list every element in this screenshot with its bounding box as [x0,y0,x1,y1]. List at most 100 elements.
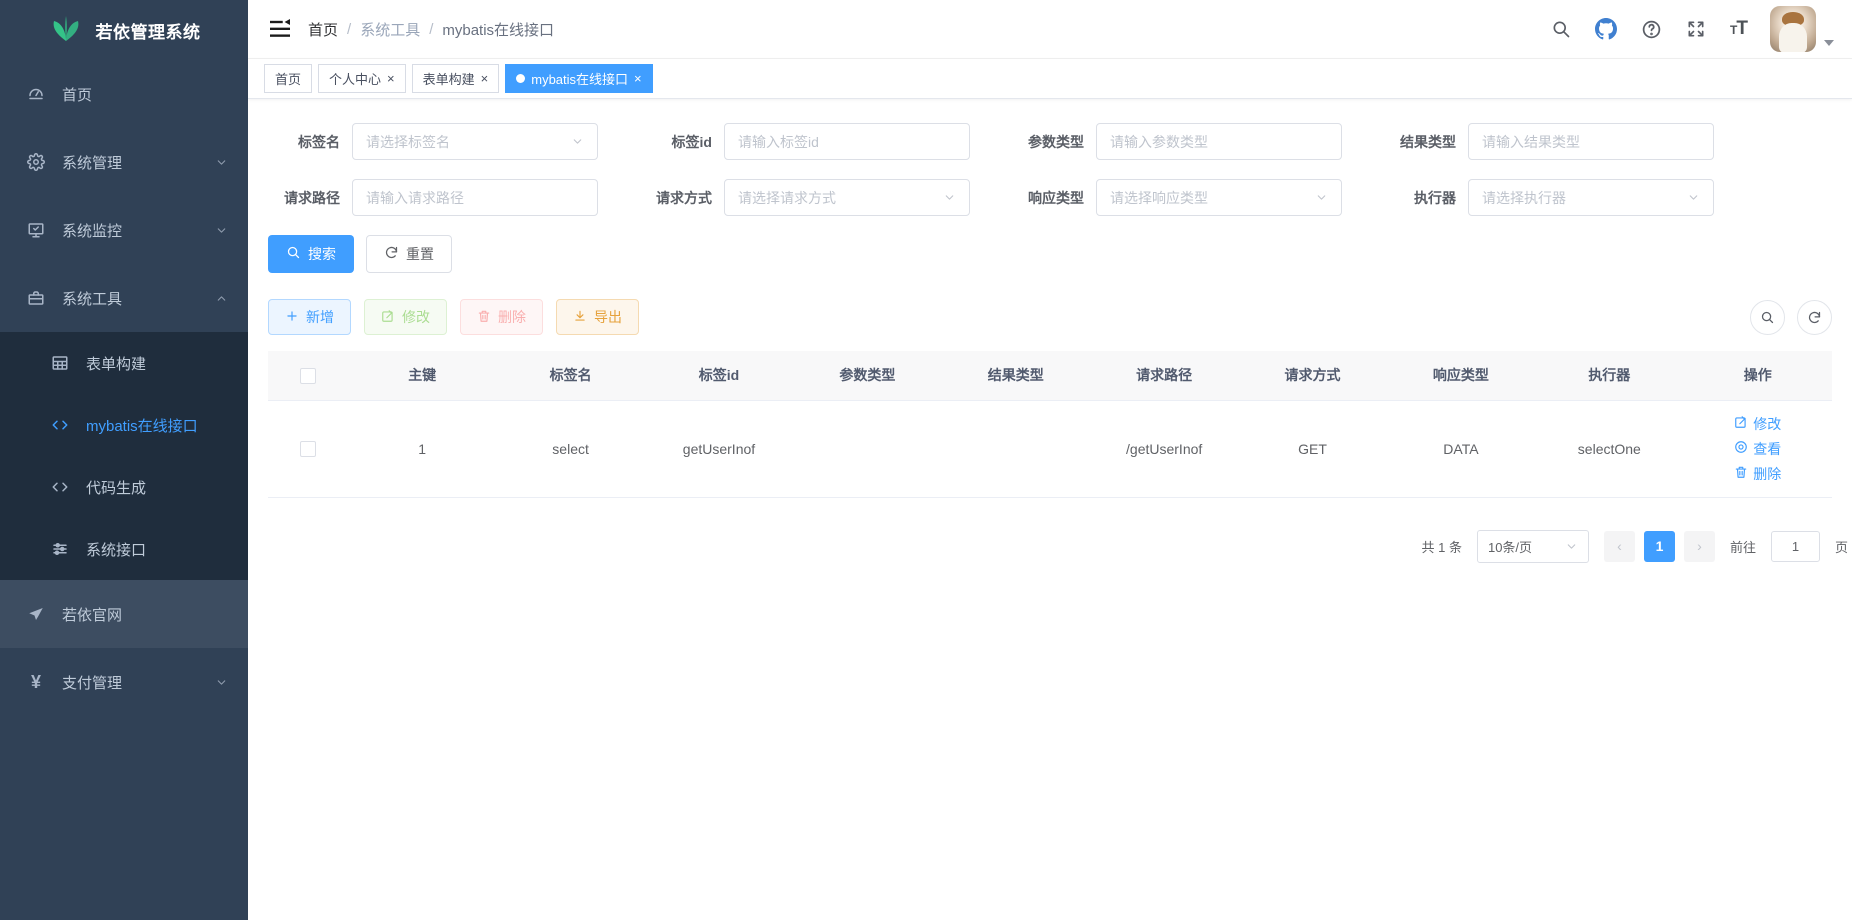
next-page-button[interactable]: › [1684,531,1715,562]
goto-page-input[interactable]: 1 [1771,531,1820,562]
result-type-input[interactable]: 请输入结果类型 [1468,123,1714,160]
cell-标签名: select [496,400,644,497]
plus-icon [285,309,299,326]
close-icon[interactable]: × [481,72,489,85]
github-icon[interactable] [1595,18,1617,40]
page-size-value: 10条/页 [1488,537,1532,556]
tab-label: 个人中心 [329,69,381,88]
toolbox-icon [26,288,46,308]
param-type-input[interactable]: 请输入参数类型 [1096,123,1342,160]
field-label-response-type: 响应类型 [1012,188,1096,208]
field-label-request-method: 请求方式 [640,188,724,208]
prev-page-button[interactable]: ‹ [1604,531,1635,562]
navbar-actions: TT [1550,6,1834,52]
edit-icon [381,309,395,326]
sidebar-item-mybatis-api[interactable]: mybatis在线接口 [0,394,248,456]
field-label-executor: 执行器 [1384,188,1468,208]
refresh-icon [384,245,399,263]
page-1-button[interactable]: 1 [1644,531,1675,562]
breadcrumb-item[interactable]: 首页 [308,19,338,40]
tab-个人中心[interactable]: 个人中心 × [318,64,406,93]
sidebar-item-system[interactable]: 系统管理 [0,128,248,196]
active-tab-dot [516,74,525,83]
column-header-操作: 操作 [1684,351,1832,400]
column-header-响应类型: 响应类型 [1387,351,1535,400]
field-label-request-path: 请求路径 [268,188,352,208]
breadcrumb-separator: / [429,21,433,38]
user-menu[interactable] [1770,6,1834,52]
search-button[interactable]: 搜索 [268,235,354,273]
sidebar-item-label: 系统接口 [86,539,146,560]
row-checkbox[interactable] [300,441,316,457]
tab-首页[interactable]: 首页 [264,64,312,93]
executor-select[interactable]: 请选择执行器 [1468,179,1714,216]
tag-tabs-bar: 首页个人中心×表单构建×mybatis在线接口× [248,59,1852,99]
row-view-link[interactable]: 查看 [1734,438,1781,460]
sidebar-item-label: 系统监控 [62,220,122,241]
response-type-select[interactable]: 请选择响应类型 [1096,179,1342,216]
request-method-select[interactable]: 请选择请求方式 [724,179,970,216]
field-label-tag-name: 标签名 [268,132,352,152]
row-edit-link[interactable]: 修改 [1734,413,1781,435]
sidebar-item-code-gen[interactable]: 代码生成 [0,456,248,518]
close-icon[interactable]: × [387,72,395,85]
sidebar-item-tools[interactable]: 系统工具 [0,264,248,332]
tag-id-input[interactable]: 请输入标签id [724,123,970,160]
select-all-checkbox[interactable] [300,368,316,384]
field-request-method: 请求方式请选择请求方式 [640,179,970,216]
export-button[interactable]: 导出 [556,299,639,335]
chevron-down-icon [943,191,956,204]
add-button[interactable]: 新增 [268,299,351,335]
field-result-type: 结果类型请输入结果类型 [1384,123,1714,160]
yen-icon: ¥ [26,672,46,692]
tab-mybatis在线接口[interactable]: mybatis在线接口× [505,64,652,93]
sidebar-item-home[interactable]: 首页 [0,60,248,128]
tab-表单构建[interactable]: 表单构建× [412,64,500,93]
sidebar-item-label: 表单构建 [86,353,146,374]
column-header-请求方式: 请求方式 [1238,351,1386,400]
sidebar-item-monitor[interactable]: 系统监控 [0,196,248,264]
select-all-header [268,351,348,400]
submenu-tools: 表单构建 mybatis在线接口代码生成系统接口 [0,332,248,580]
help-icon[interactable] [1640,18,1662,40]
cell-标签id: getUserInof [645,400,793,497]
sidebar-item-official-site[interactable]: 若依官网 [0,580,248,648]
row-edit-label: 修改 [1753,413,1781,435]
row-view-label: 查看 [1753,438,1781,460]
row-delete-link[interactable]: 删除 [1734,463,1781,485]
tag-name-select[interactable]: 请选择标签名 [352,123,598,160]
font-size-icon[interactable]: TT [1730,18,1747,40]
refresh-table-button[interactable] [1797,300,1832,335]
cell-执行器: selectOne [1535,400,1683,497]
table-toolbar: 新增修改删除导出 [268,299,1832,335]
placeholder-text: 请选择执行器 [1482,188,1681,208]
row-select-cell [268,400,348,497]
chevron-down-icon [1687,191,1700,204]
sidebar-item-payment[interactable]: ¥支付管理 [0,648,248,716]
close-icon[interactable]: × [634,72,642,85]
sidebar-item-form-build[interactable]: 表单构建 [0,332,248,394]
fullscreen-icon[interactable] [1685,18,1707,40]
field-executor: 执行器请选择执行器 [1384,179,1714,216]
sidebar-fold-icon[interactable] [262,11,298,47]
avatar[interactable] [1770,6,1816,52]
page-size-select[interactable]: 10条/页 [1477,530,1589,563]
request-path-input[interactable]: 请输入请求路径 [352,179,598,216]
add-button-label: 新增 [306,307,334,327]
show-search-button[interactable] [1750,300,1785,335]
trash-icon [477,309,491,326]
search-icon[interactable] [1550,18,1572,40]
goto-label: 前往 [1730,537,1756,556]
logo[interactable]: 若依管理系统 [0,0,248,60]
filter-row-1: 标签名请选择标签名标签id请输入标签id参数类型请输入参数类型结果类型请输入结果… [268,123,1832,160]
cell-操作: 修改查看删除 [1684,400,1832,497]
breadcrumb: 首页/系统工具/mybatis在线接口 [308,19,554,40]
field-response-type: 响应类型请选择响应类型 [1012,179,1342,216]
reset-button[interactable]: 重置 [366,235,452,273]
chevron-down-icon [571,135,584,148]
chevron-down-icon [1315,191,1328,204]
column-header-参数类型: 参数类型 [793,351,941,400]
field-label-param-type: 参数类型 [1012,132,1096,152]
cell-请求路径: /getUserInof [1090,400,1238,497]
sidebar-item-system-api[interactable]: 系统接口 [0,518,248,580]
